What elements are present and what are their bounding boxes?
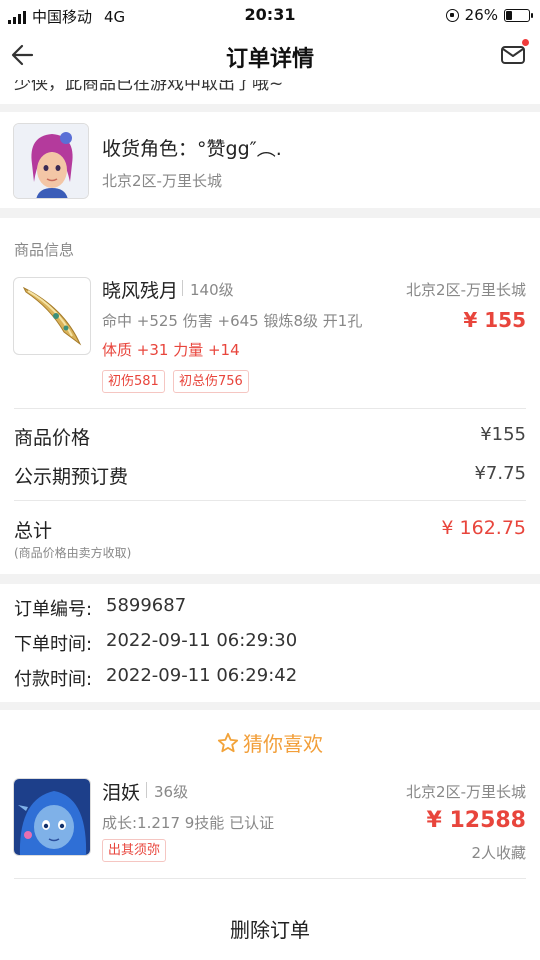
order-number-label: 订单编号: — [14, 599, 93, 620]
product-tag: 初总伤756 — [173, 370, 249, 393]
level-separator — [182, 280, 183, 296]
battery-icon — [504, 8, 533, 22]
product-tag: 初伤581 — [102, 370, 165, 393]
recommend-favorites: 2人收藏 — [471, 844, 526, 862]
delete-order-button[interactable]: 删除订单 — [0, 914, 540, 943]
battery-fill — [506, 10, 512, 20]
recommend-title: 猜你喜欢 — [0, 728, 540, 757]
product-name[interactable]: 晓风残月 — [102, 276, 178, 303]
product-image[interactable] — [13, 277, 91, 355]
status-right: 26% — [445, 6, 533, 24]
crescent-blade-icon — [22, 286, 82, 346]
unread-dot — [522, 39, 529, 46]
total-note: (商品价格由卖方收取) — [14, 546, 132, 560]
payment-time-value: 2022-09-11 06:29:42 — [106, 665, 298, 686]
mail-icon — [501, 46, 525, 64]
receiver-avatar — [13, 123, 89, 199]
order-time-label: 下单时间: — [14, 634, 93, 655]
price-row-value: ¥155 — [480, 424, 526, 445]
recommend-server: 北京2区-万里长城 — [406, 783, 526, 801]
divider — [14, 408, 526, 409]
order-time-value: 2022-09-11 06:29:30 — [106, 630, 298, 651]
price-row-label: 商品价格 — [14, 427, 91, 449]
recommend-card: 猜你喜欢 泪妖 36级 北京2区-万里长城 成长:1.217 9技能 已认证 ¥… — [0, 710, 540, 900]
product-card: 商品信息 晓风残月 140级 北京2区-万里长城 命中 +525 伤害 +645… — [0, 218, 540, 574]
recommend-title-text: 猜你喜欢 — [243, 732, 323, 756]
deposit-row-label: 公示期预订费 — [14, 466, 129, 488]
battery-percent: 26% — [464, 6, 498, 24]
recommend-image[interactable] — [13, 778, 91, 856]
divider — [14, 500, 526, 501]
receiver-role-line: 收货角色：°赞gg″︵. — [102, 134, 282, 161]
recommend-level: 36级 — [154, 783, 189, 801]
product-server: 北京2区-万里长城 — [406, 281, 526, 299]
divider — [14, 878, 526, 879]
product-attributes: 体质 +31 力量 +14 — [102, 341, 240, 359]
level-separator — [146, 782, 147, 798]
recommend-tag: 出其须弥 — [102, 839, 167, 862]
notice-card: 少侠，此商品已在游戏中取出了哦~ — [0, 80, 540, 104]
total-value: ¥ 162.75 — [441, 517, 526, 539]
orientation-lock-icon — [445, 8, 459, 22]
receiver-label: 收货角色： — [102, 138, 198, 160]
payment-time-label: 付款时间: — [14, 669, 93, 690]
recommend-detail: 成长:1.217 9技能 已认证 — [102, 814, 275, 832]
page-title: 订单详情 — [225, 47, 314, 72]
receiver-server: 北京2区-万里长城 — [102, 172, 222, 190]
recommend-price: ¥ 12588 — [426, 808, 526, 833]
order-number-value: 5899687 — [106, 595, 187, 616]
character-portrait-icon — [14, 124, 88, 198]
order-info-card: 订单编号: 5899687 下单时间: 2022-09-11 06:29:30 … — [0, 584, 540, 702]
product-section-heading: 商品信息 — [14, 241, 75, 259]
bottom-action-bar: 删除订单 — [0, 900, 540, 960]
message-button[interactable] — [500, 39, 529, 68]
status-bar: 中国移动 4G 20:31 26% — [0, 0, 540, 30]
product-stats: 命中 +525 伤害 +645 锻炼8级 开1孔 — [102, 312, 363, 330]
nav-bar: 订单详情 — [0, 30, 540, 80]
receiver-name: °赞gg″︵. — [197, 138, 282, 160]
star-icon — [217, 732, 239, 753]
receiver-card: 收货角色：°赞gg″︵. 北京2区-万里长城 — [0, 112, 540, 208]
pet-portrait-icon — [14, 779, 90, 855]
deposit-row-value: ¥7.75 — [474, 463, 526, 484]
total-label: 总计 — [14, 520, 53, 542]
product-level: 140级 — [190, 281, 234, 299]
recommend-name[interactable]: 泪妖 — [102, 778, 140, 805]
product-price: ¥ 155 — [463, 308, 526, 332]
notice-text: 少侠，此商品已在游戏中取出了哦~ — [14, 80, 284, 94]
